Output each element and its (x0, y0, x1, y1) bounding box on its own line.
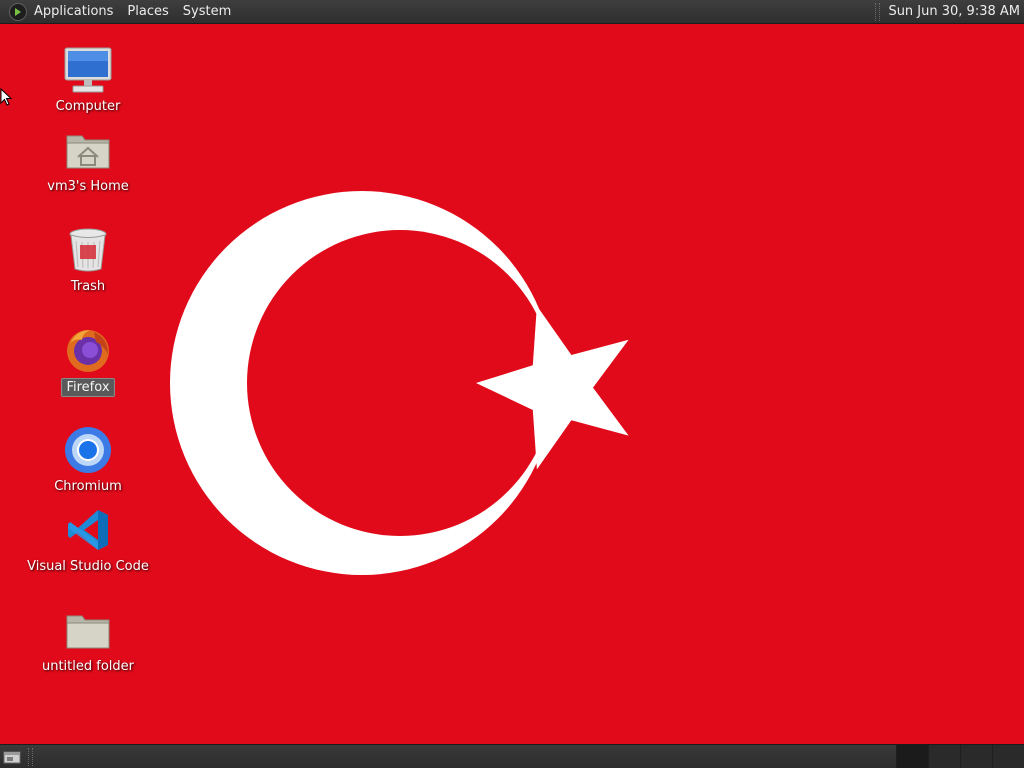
desktop-icon-home[interactable]: vm3's Home (23, 124, 153, 195)
desktop-icon-label: vm3's Home (47, 179, 129, 194)
mouse-cursor-icon (0, 88, 12, 106)
desktop-icon-label: untitled folder (41, 659, 134, 674)
desktop-icon-firefox[interactable]: Firefox (23, 324, 153, 397)
workspace-1[interactable] (896, 745, 928, 768)
desktop[interactable]: Computer vm3's Home Trash Firefox Chromi… (0, 24, 1024, 744)
top-panel: Applications Places System Sun Jun 30, 9… (0, 0, 1024, 24)
desktop-icon-untitled-folder[interactable]: untitled folder (23, 604, 153, 675)
desktop-icon-label: Computer (55, 99, 121, 114)
desktop-icon-computer[interactable]: Computer (23, 44, 153, 115)
desktop-icon-label: Visual Studio Code (27, 559, 149, 574)
panel-drag-handle[interactable] (28, 747, 33, 766)
desktop-icon-trash[interactable]: Trash (23, 224, 153, 295)
chromium-icon (62, 424, 114, 476)
firefox-icon (62, 324, 114, 376)
applications-logo-icon[interactable] (9, 2, 27, 21)
workspace-switcher[interactable] (896, 745, 1024, 768)
desktop-icon-vscode[interactable]: Visual Studio Code (23, 504, 153, 575)
vscode-icon (62, 504, 114, 556)
computer-icon (62, 44, 114, 96)
home-folder-icon (62, 124, 114, 176)
desktop-icon-label: Firefox (61, 378, 115, 397)
desktop-icon-label: Trash (70, 279, 106, 294)
workspace-4[interactable] (992, 745, 1024, 768)
desktop-icon-label: Chromium (54, 479, 122, 494)
desktop-icon-chromium[interactable]: Chromium (23, 424, 153, 495)
menu-applications[interactable]: Applications (34, 0, 113, 24)
panel-drag-handle[interactable] (875, 2, 881, 21)
show-desktop-icon[interactable] (2, 748, 22, 766)
clock[interactable]: Sun Jun 30, 9:38 AM (888, 4, 1020, 19)
bottom-panel (0, 744, 1024, 768)
folder-icon (62, 604, 114, 656)
trash-icon (62, 224, 114, 276)
menu-system[interactable]: System (183, 0, 231, 24)
menu-places[interactable]: Places (127, 0, 168, 24)
workspace-2[interactable] (928, 745, 960, 768)
turkish-flag-wallpaper (170, 191, 629, 575)
workspace-3[interactable] (960, 745, 992, 768)
